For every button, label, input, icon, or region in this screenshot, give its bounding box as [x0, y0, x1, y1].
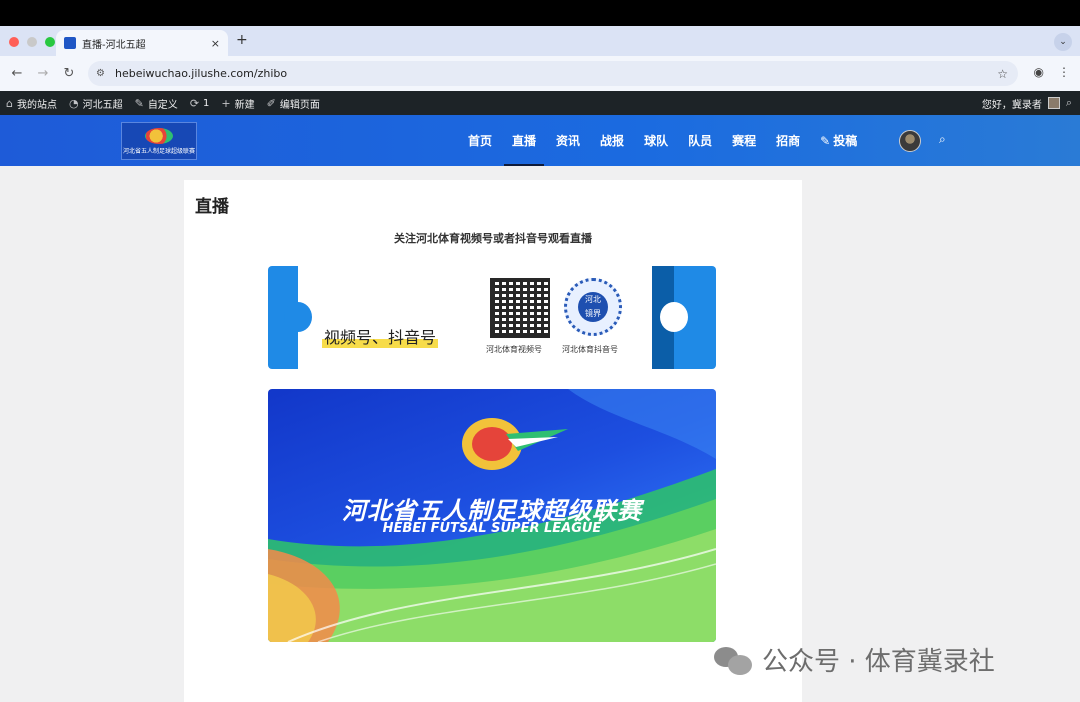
wp-admin-bar: ⌂ 我的站点 ◔ 河北五超 ✎ 自定义 ⟳ 1 + 新建 ✐ 编辑页面 您好，冀录者 ⌕: [0, 91, 1080, 115]
nav-teams[interactable]: 球队: [634, 115, 678, 166]
tab-close-icon[interactable]: ×: [211, 37, 220, 50]
wp-item-edit-page[interactable]: ✐ 编辑页面: [267, 96, 320, 111]
main-nav: 首页 直播 资讯 战报 球队 队员 赛程 招商 ✎ 投稿: [458, 115, 867, 166]
browser-toolbar: ← → ↻ ⚙ hebeiwuchao.jilushe.com/zhibo ☆ …: [0, 56, 1080, 91]
user-avatar[interactable]: [899, 130, 921, 152]
qr2-caption: 河北体育抖音号: [562, 345, 618, 354]
reload-icon[interactable]: ↻: [58, 66, 80, 81]
page-title: 直播: [195, 197, 229, 217]
nav-live[interactable]: 直播: [502, 115, 546, 166]
close-window-button[interactable]: [9, 37, 19, 47]
browser-tab[interactable]: 直播-河北五超 ×: [56, 30, 228, 56]
maximize-window-button[interactable]: [45, 37, 55, 47]
sites-icon: ⌂: [6, 96, 13, 110]
browser-right-controls: ◉ ⋮: [1034, 65, 1070, 79]
site-favicon-icon: [64, 37, 76, 49]
wp-item-label: 编辑页面: [279, 99, 320, 111]
profile-icon[interactable]: ◉: [1034, 65, 1044, 79]
wp-item-customize[interactable]: ✎ 自定义: [135, 96, 178, 111]
page-body: 直播 关注河北体育视频号或者抖音号观看直播 视频号、抖音号 河北 镜界 河北体育…: [0, 166, 1080, 702]
nav-news[interactable]: 资讯: [546, 115, 590, 166]
wp-account[interactable]: 您好，冀录者 ⌕: [982, 91, 1072, 115]
nav-schedule[interactable]: 赛程: [722, 115, 766, 166]
user-avatar-icon: [1047, 97, 1060, 109]
minimize-window-button[interactable]: [27, 37, 37, 47]
page-subtitle: 关注河北体育视频号或者抖音号观看直播: [394, 232, 592, 245]
site-info-icon[interactable]: ⚙: [96, 68, 105, 79]
edit-icon: ✎: [820, 133, 831, 148]
wp-item-label: 自定义: [147, 99, 178, 111]
league-logo-icon: [145, 127, 173, 144]
douyin-qr-code: 河北 镜界: [564, 278, 622, 336]
wp-item-label: 我的站点: [16, 99, 57, 111]
address-bar[interactable]: ⚙ hebeiwuchao.jilushe.com/zhibo ☆: [88, 61, 1018, 86]
wp-item-site-name[interactable]: ◔ 河北五超: [69, 96, 123, 111]
wp-item-label: 1: [203, 97, 210, 109]
update-icon: ⟳: [189, 96, 200, 110]
wp-item-my-sites[interactable]: ⌂ 我的站点: [6, 96, 57, 111]
search-icon[interactable]: ⌕: [1066, 96, 1072, 110]
watermark-text: 公众号 · 体育冀录社: [762, 647, 995, 677]
url-text: hebeiwuchao.jilushe.com/zhibo: [114, 67, 288, 80]
brush-icon: ✎: [134, 96, 144, 110]
douyin-qr-center: 河北 镜界: [578, 292, 608, 322]
tab-title: 直播-河北五超: [82, 39, 146, 51]
forward-arrow-icon[interactable]: →: [32, 66, 54, 81]
wp-item-updates[interactable]: ⟳ 1: [190, 97, 210, 110]
banner-left-tab: [268, 266, 312, 369]
wp-greeting: 您好，冀录者: [981, 99, 1042, 111]
nav-submit[interactable]: ✎ 投稿: [810, 115, 867, 166]
back-arrow-icon[interactable]: ←: [6, 66, 28, 81]
browser-menu-icon[interactable]: ⋮: [1058, 65, 1070, 79]
content-card: 直播 关注河北体育视频号或者抖音号观看直播 视频号、抖音号 河北 镜界 河北体育…: [184, 180, 802, 702]
hero-subtitle: HEBEI FUTSAL SUPER LEAGUE: [382, 521, 602, 536]
nav-home[interactable]: 首页: [458, 115, 502, 166]
wechat-channels-qr-code: [490, 278, 550, 338]
qr-banner: 视频号、抖音号 河北 镜界 河北体育视频号 河北体育抖音号: [268, 266, 716, 369]
pencil-icon: ✐: [266, 96, 276, 110]
site-header: 河北省五人制足球超级联赛 首页 直播 资讯 战报 球队 队员 赛程 招商 ✎ 投稿…: [0, 115, 1080, 166]
banner-right-tab: [652, 266, 716, 369]
wp-item-new[interactable]: + 新建: [221, 96, 254, 111]
wp-item-label: 河北五超: [82, 99, 123, 111]
new-tab-button[interactable]: +: [236, 32, 248, 48]
wechat-logo-icon: [714, 645, 754, 675]
tab-search-chevron-icon[interactable]: ⌄: [1054, 33, 1072, 51]
qr1-caption: 河北体育视频号: [486, 345, 542, 354]
site-logo[interactable]: 河北省五人制足球超级联赛: [121, 122, 197, 160]
nav-submit-label: 投稿: [833, 134, 858, 148]
browser-tabstrip: 直播-河北五超 × + ⌄: [0, 26, 1080, 56]
wp-item-label: 新建: [234, 99, 255, 111]
screen-top-bezel: [0, 0, 1080, 26]
nav-sponsors[interactable]: 招商: [766, 115, 810, 166]
plus-icon: +: [221, 96, 231, 110]
bookmark-star-icon[interactable]: ☆: [997, 67, 1008, 81]
logo-text: 河北省五人制足球超级联赛: [122, 147, 195, 155]
qr-banner-label: 视频号、抖音号: [322, 324, 439, 348]
league-hero-banner: 河北省五人制足球超级联赛 HEBEI FUTSAL SUPER LEAGUE: [268, 389, 716, 642]
wechat-watermark: 公众号 · 体育冀录社: [714, 641, 995, 678]
window-controls: [9, 37, 55, 47]
dashboard-icon: ◔: [68, 96, 79, 110]
header-search-icon[interactable]: ⌕: [939, 132, 946, 147]
nav-players[interactable]: 队员: [678, 115, 722, 166]
nav-reports[interactable]: 战报: [590, 115, 634, 166]
